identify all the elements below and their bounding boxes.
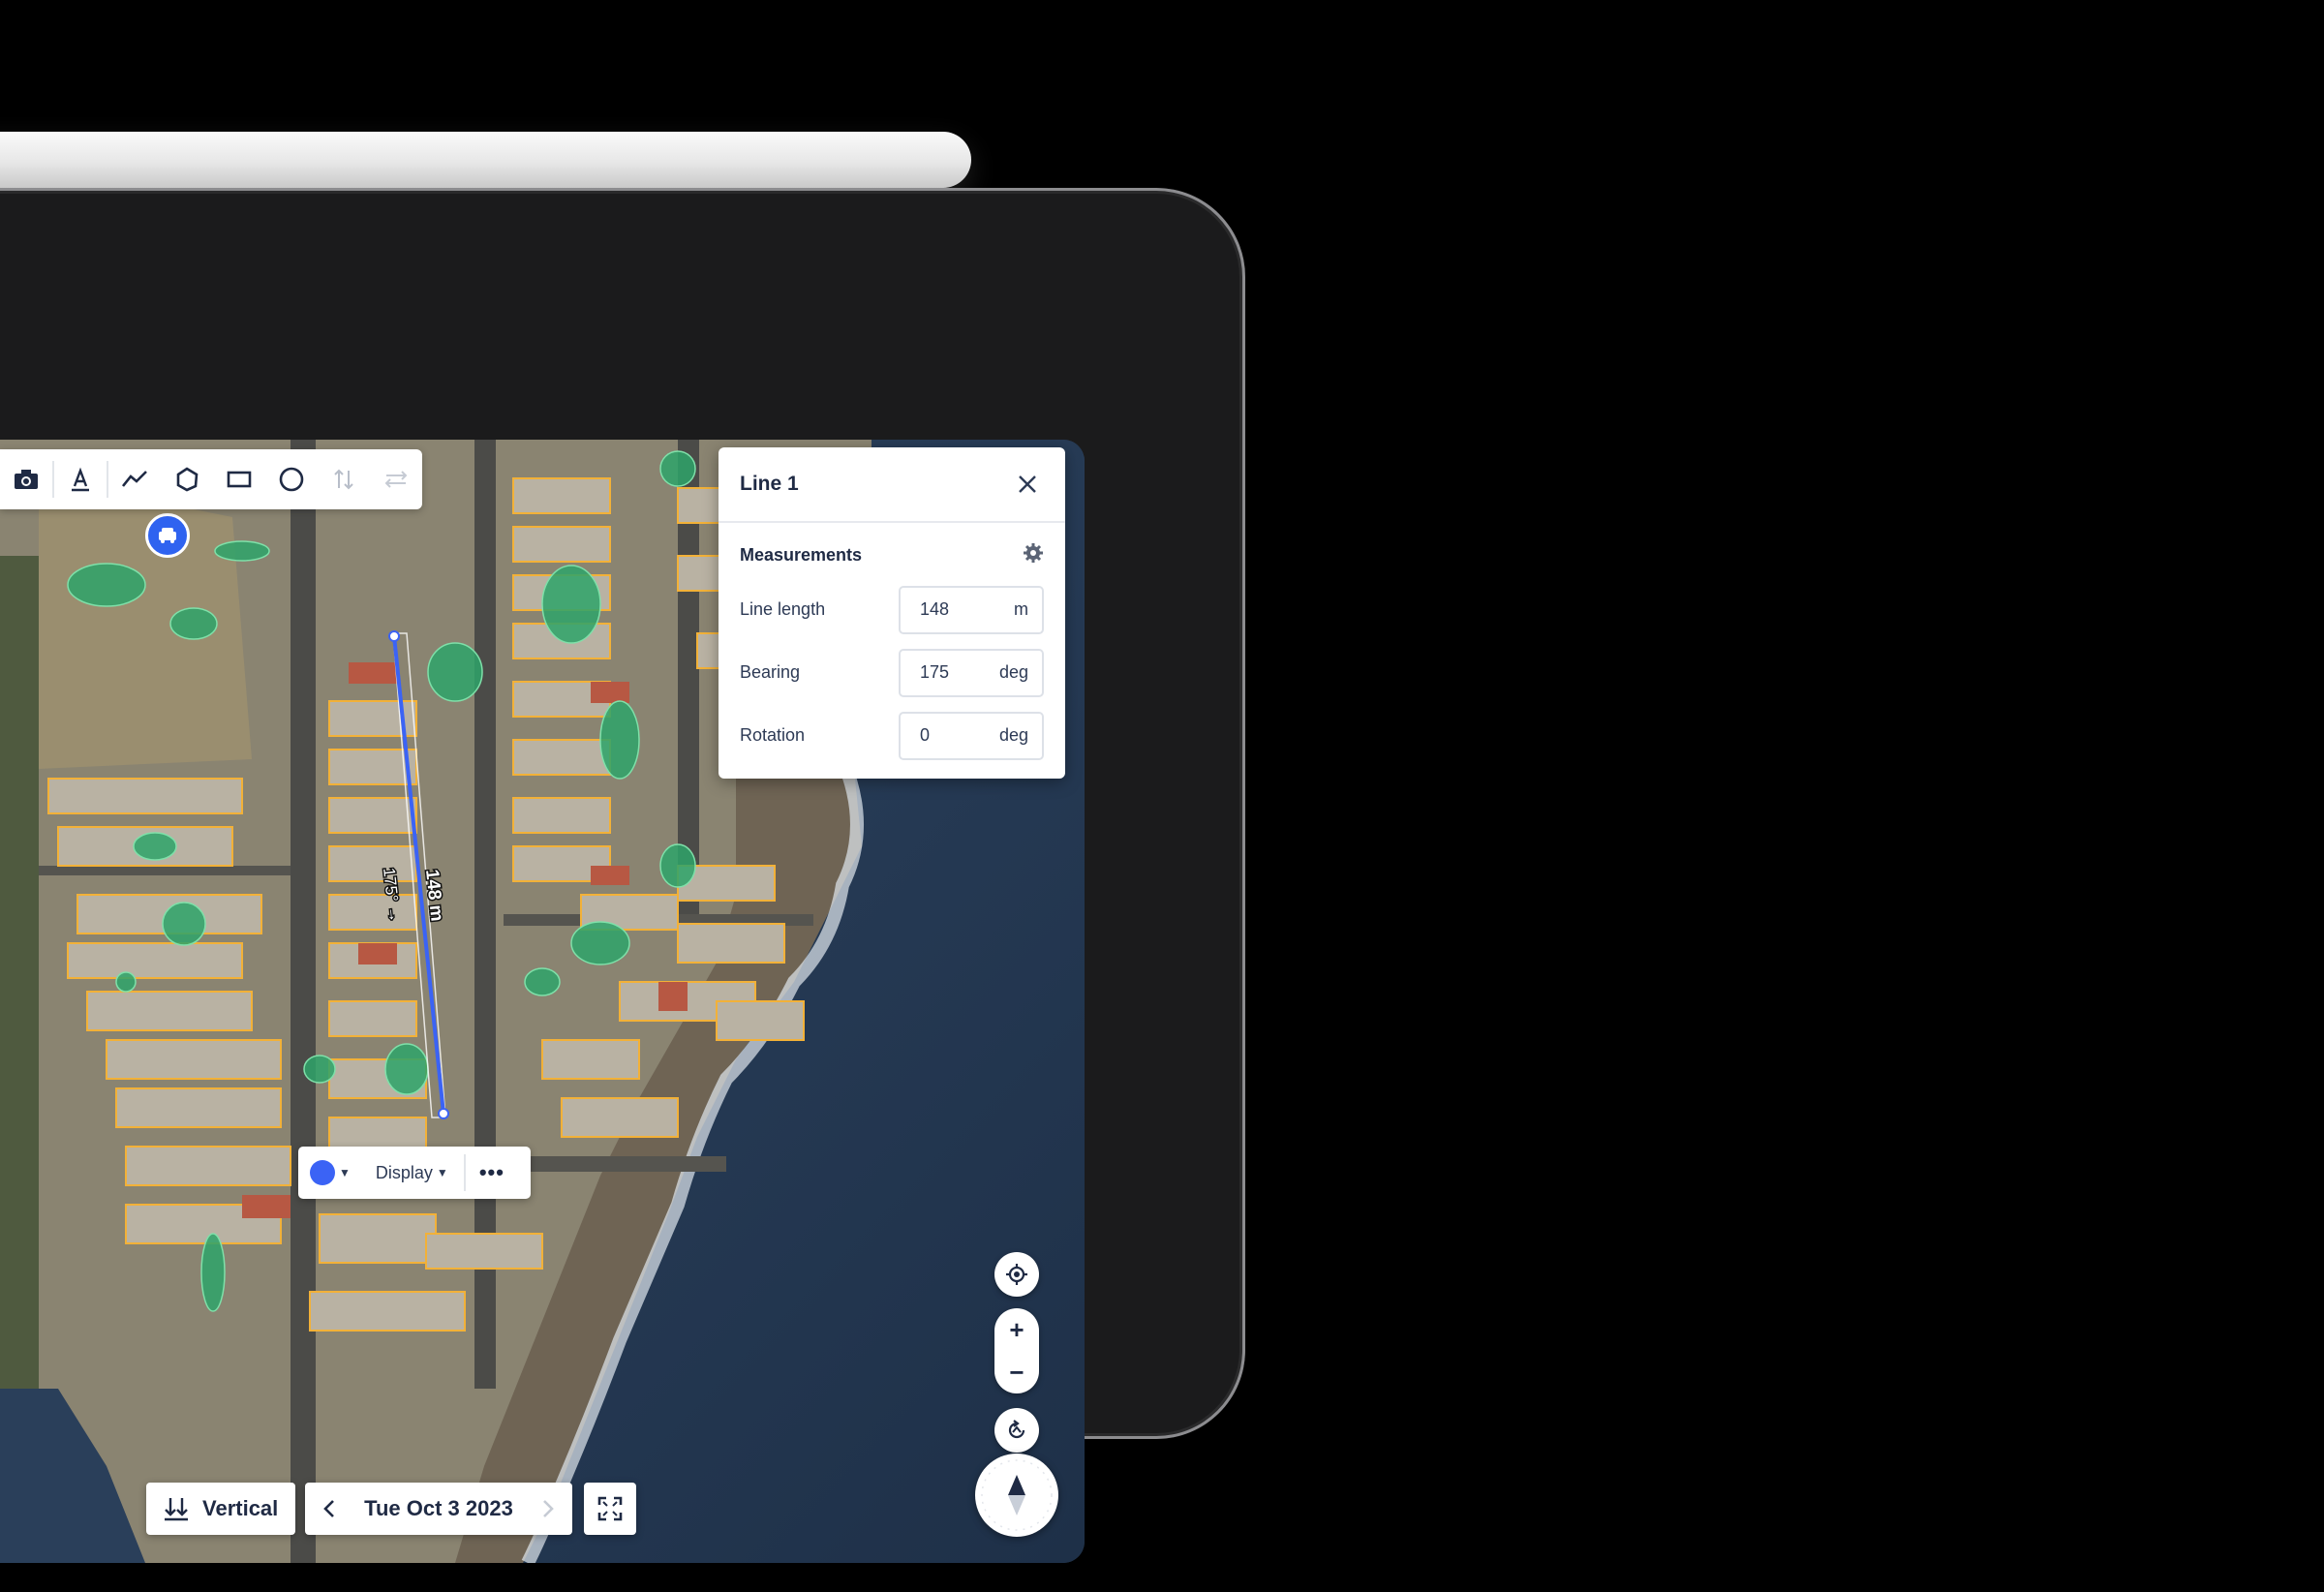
line-icon[interactable]	[108, 449, 161, 509]
zoom-control: + −	[994, 1308, 1039, 1393]
view-mode-label: Vertical	[202, 1496, 279, 1520]
rotation-label: Rotation	[740, 725, 806, 745]
swap-icon[interactable]	[370, 449, 422, 509]
text-icon[interactable]	[54, 449, 107, 509]
bearing-unit: deg	[998, 662, 1028, 682]
date-selector: Tue Oct 3 2023	[305, 1483, 572, 1535]
line-length-unit: m	[1014, 599, 1028, 619]
rotation-input[interactable]: 0 deg	[899, 711, 1044, 760]
tablet-device: 148 m 175° → Line 1 Measurements Line le…	[0, 188, 1245, 1563]
fullscreen-icon	[597, 1496, 623, 1521]
bearing-value: 175	[920, 662, 950, 682]
panel-header: Line 1	[719, 447, 1065, 523]
rotation-row: Rotation 0 deg	[719, 704, 1065, 767]
rotate-reset-button[interactable]	[994, 1408, 1039, 1453]
zoom-in-icon[interactable]: +	[1009, 1317, 1024, 1342]
polygon-icon[interactable]	[161, 449, 213, 509]
line-length-value: 148	[920, 599, 950, 619]
line-length-input[interactable]: 148 m	[899, 585, 1044, 634]
rotation-unit: deg	[998, 725, 1028, 745]
bearing-label: Bearing	[740, 662, 801, 682]
apple-pencil	[0, 132, 971, 188]
color-swatch[interactable]	[310, 1160, 335, 1185]
more-options-icon[interactable]: •••	[479, 1160, 505, 1185]
chevron-down-icon[interactable]: ▼	[437, 1166, 448, 1179]
fullscreen-button[interactable]	[584, 1483, 636, 1535]
rotate-icon	[1005, 1419, 1028, 1442]
locate-button[interactable]	[994, 1252, 1039, 1297]
measurements-header: Measurements	[719, 523, 1065, 578]
settings-gear-icon[interactable]	[1023, 542, 1044, 568]
crosshair-icon	[1005, 1263, 1028, 1286]
view-mode-button[interactable]: Vertical	[146, 1483, 295, 1535]
camera-icon[interactable]	[0, 449, 52, 509]
measurement-panel: Line 1 Measurements Line length 148 m Be…	[719, 447, 1065, 779]
close-icon[interactable]	[1011, 468, 1044, 501]
bearing-input[interactable]: 175 deg	[899, 648, 1044, 697]
chevron-down-icon[interactable]: ▼	[339, 1166, 351, 1179]
bearing-row: Bearing 175 deg	[719, 641, 1065, 704]
capture-date[interactable]: Tue Oct 3 2023	[364, 1496, 513, 1521]
zoom-out-icon[interactable]: −	[1009, 1360, 1024, 1385]
map-screen[interactable]: 148 m 175° → Line 1 Measurements Line le…	[0, 440, 1085, 1563]
rectangle-icon[interactable]	[213, 449, 265, 509]
line-length-row: Line length 148 m	[719, 578, 1065, 641]
location-pin-icon[interactable]	[145, 513, 190, 558]
chevron-left-icon[interactable]	[322, 1499, 336, 1518]
popup-divider	[463, 1154, 466, 1191]
compass-icon[interactable]	[975, 1454, 1058, 1537]
drawing-toolbar	[0, 449, 422, 509]
chevron-right-icon[interactable]	[541, 1499, 555, 1518]
section-title: Measurements	[740, 545, 863, 565]
shape-context-popup: ▼ Display ▼ •••	[298, 1147, 531, 1199]
rotation-value: 0	[920, 725, 931, 745]
circle-icon[interactable]	[265, 449, 318, 509]
vertical-measure-icon[interactable]	[318, 449, 370, 509]
panel-title: Line 1	[740, 473, 799, 495]
vertical-view-icon	[164, 1495, 189, 1522]
display-dropdown[interactable]: Display	[376, 1163, 433, 1183]
line-length-label: Line length	[740, 599, 826, 619]
